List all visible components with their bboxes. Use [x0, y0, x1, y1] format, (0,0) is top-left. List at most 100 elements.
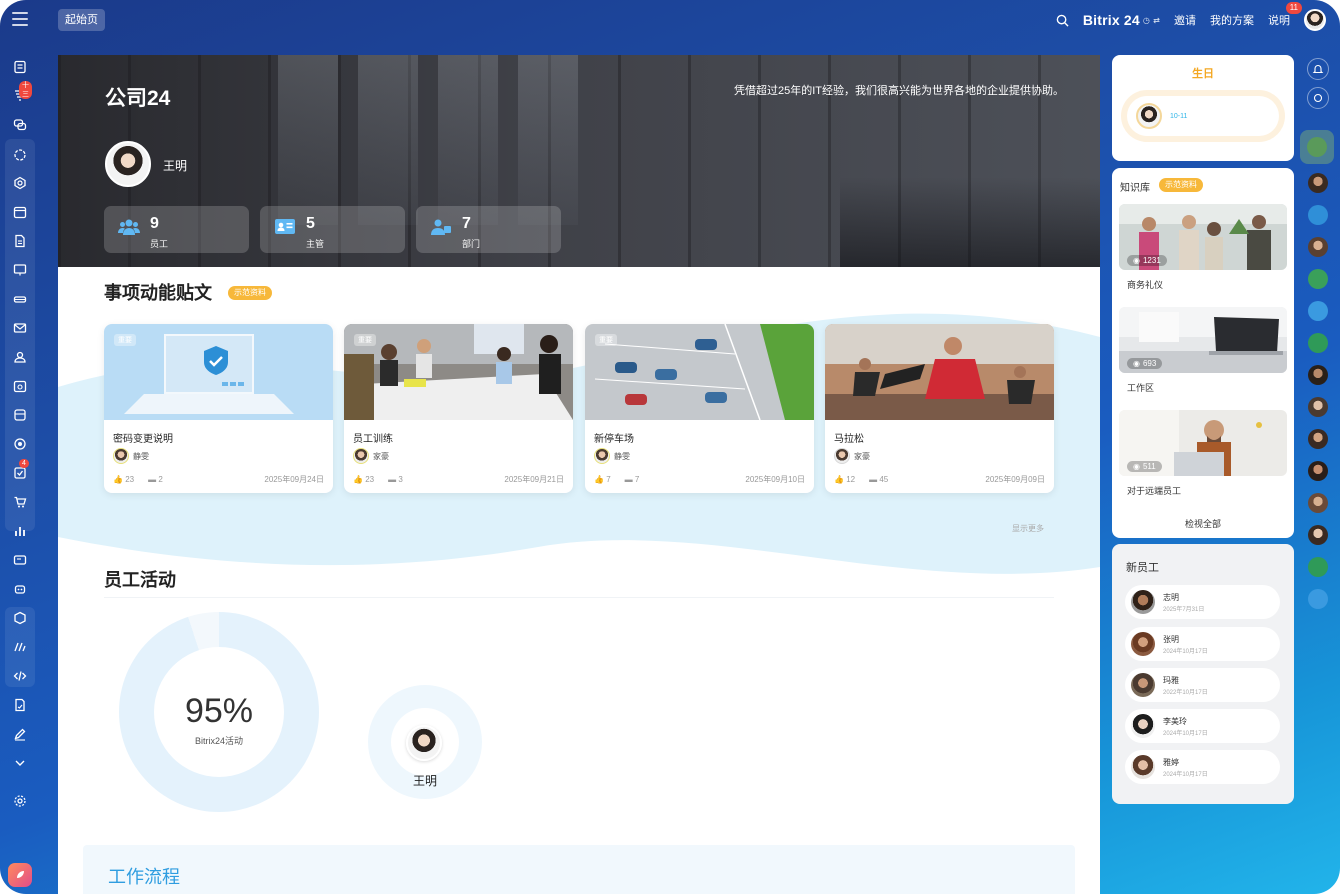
top-user-avatar[interactable]	[406, 725, 442, 761]
new-employee-item[interactable]: 玛雅 2022年10月17日	[1125, 668, 1280, 702]
post-author[interactable]: 静雯	[113, 448, 149, 464]
group-chat-icon[interactable]	[1308, 333, 1328, 353]
channel-icon[interactable]	[1308, 301, 1328, 321]
rocket-icon[interactable]	[8, 863, 32, 887]
crm-icon[interactable]	[11, 406, 29, 424]
knowledge-item[interactable]: ◉ 693	[1119, 307, 1287, 373]
groups-icon[interactable]	[11, 348, 29, 366]
knowledge-item[interactable]: ◉ 511	[1119, 410, 1287, 476]
post-card[interactable]: 重要 密码变更说明 静雯 👍 23 ▬ 2 2025年09月24日	[104, 324, 333, 493]
invite-link[interactable]: 邀请	[1174, 12, 1196, 28]
post-image-marathon	[825, 324, 1054, 420]
hero-user-avatar[interactable]	[105, 141, 151, 187]
chat-avatar[interactable]	[1308, 397, 1328, 417]
top-user-name[interactable]: 王明	[368, 772, 482, 789]
eye-icon: ◉	[1133, 256, 1140, 265]
comment-icon[interactable]: ▬	[869, 475, 877, 484]
my-plan-link[interactable]: 我的方案	[1210, 12, 1254, 28]
stat-departments[interactable]: 7 部门	[416, 206, 561, 253]
new-employees-title: 新员工	[1126, 562, 1159, 574]
user-avatar[interactable]	[1304, 9, 1326, 31]
mail-icon[interactable]	[11, 319, 29, 337]
hero-user-name[interactable]: 王明	[163, 157, 187, 174]
new-employee-item[interactable]: 志明 2025年7月31日	[1125, 585, 1280, 619]
like-icon[interactable]: 👍	[113, 475, 123, 484]
post-date: 2025年09月10日	[745, 475, 805, 484]
chat-search-icon[interactable]	[1307, 87, 1329, 109]
home-tab[interactable]: 起始页	[58, 9, 105, 31]
like-icon[interactable]: 👍	[594, 475, 604, 484]
top-bar: 起始页 Bitrix 24 ◷ ⇄ 邀请 我的方案 说明 11	[0, 0, 1340, 40]
post-card[interactable]: 重要 新停车场 静雯 👍 7 ▬ 7 2025年09月10日	[585, 324, 814, 493]
stat-employees[interactable]: 9 员工	[104, 206, 249, 253]
knowledge-item-label[interactable]: 对于远端员工	[1127, 484, 1181, 497]
employee-date: 2024年10月17日	[1163, 772, 1208, 778]
phone-icon[interactable]	[1308, 205, 1328, 225]
post-card[interactable]: 重要 员工训练 家豪 👍 23 ▬ 3 2025年09月21日	[344, 324, 573, 493]
boards-icon[interactable]	[11, 261, 29, 279]
post-author[interactable]: 家豪	[834, 448, 870, 464]
schedule-icon[interactable]	[11, 377, 29, 395]
settings-icon[interactable]	[11, 792, 29, 810]
more-icon[interactable]	[11, 754, 29, 772]
knowledge-item-label[interactable]: 工作区	[1127, 381, 1154, 394]
docs-icon[interactable]	[11, 232, 29, 250]
new-employee-item[interactable]: 张明 2024年10月17日	[1125, 627, 1280, 661]
workspace-icon[interactable]	[11, 174, 29, 192]
new-employee-item[interactable]: 雅婷 2024年10月17日	[1125, 750, 1280, 784]
channel-icon[interactable]	[1308, 589, 1328, 609]
comment-icon[interactable]: ▬	[388, 475, 396, 484]
post-image-parking	[585, 324, 814, 420]
chat-avatar[interactable]	[1308, 461, 1328, 481]
automation-icon[interactable]	[11, 580, 29, 598]
views-count: 1231	[1142, 256, 1161, 265]
group-chat-icon[interactable]	[1308, 269, 1328, 289]
feed-icon[interactable]: 十三	[11, 81, 32, 104]
marketing-icon[interactable]	[11, 435, 29, 453]
calendar-icon[interactable]	[11, 203, 29, 221]
group-chat-icon[interactable]	[1308, 557, 1328, 577]
help-link[interactable]: 说明 11	[1268, 2, 1302, 28]
comment-icon[interactable]: ▬	[625, 475, 633, 484]
stat-supervisors[interactable]: 5 主管	[260, 206, 405, 253]
sites-icon[interactable]	[11, 638, 29, 656]
copilot-icon[interactable]	[11, 146, 29, 164]
chat-avatar[interactable]	[1308, 237, 1328, 257]
doc-sign-icon[interactable]	[11, 696, 29, 714]
knowledge-view-all[interactable]: 检视全部	[1112, 517, 1294, 530]
birthday-avatar[interactable]	[1136, 103, 1162, 129]
edit-icon[interactable]	[11, 725, 29, 743]
comment-icon[interactable]: ▬	[148, 475, 156, 484]
chat-avatar[interactable]	[1308, 365, 1328, 385]
chat-avatar[interactable]	[1308, 493, 1328, 513]
store-icon[interactable]	[11, 609, 29, 627]
search-icon[interactable]	[1056, 14, 1069, 27]
chat-avatar[interactable]	[1308, 429, 1328, 449]
post-author[interactable]: 家豪	[353, 448, 389, 464]
knowledge-item[interactable]: ◉ 1231	[1119, 204, 1287, 270]
like-icon[interactable]: 👍	[834, 475, 844, 484]
sign-icon[interactable]	[11, 551, 29, 569]
chat-avatar[interactable]	[1308, 173, 1328, 193]
developer-icon[interactable]	[11, 667, 29, 685]
show-more-link[interactable]: 显示更多	[1012, 523, 1044, 534]
new-employee-item[interactable]: 李美玲 2024年10月17日	[1125, 709, 1280, 743]
knowledge-item-label[interactable]: 商务礼仪	[1127, 278, 1163, 291]
chat-avatar[interactable]	[1307, 137, 1327, 157]
bell-icon[interactable]	[1307, 58, 1329, 80]
news-icon[interactable]	[11, 58, 29, 76]
chat-avatar[interactable]	[1308, 525, 1328, 545]
author-name: 家豪	[854, 451, 870, 461]
employee-name: 张明	[1163, 635, 1179, 644]
like-icon[interactable]: 👍	[353, 475, 363, 484]
chat-icon[interactable]	[11, 116, 29, 134]
hero-window-decor	[518, 55, 578, 225]
analytics-icon[interactable]	[11, 522, 29, 540]
shop-icon[interactable]	[11, 493, 29, 511]
brand-logo[interactable]: Bitrix 24 ◷ ⇄	[1083, 12, 1160, 28]
drive-icon[interactable]	[11, 290, 29, 308]
tasks-icon[interactable]: 4	[11, 459, 29, 482]
post-author[interactable]: 静雯	[594, 448, 630, 464]
post-card[interactable]: 马拉松 家豪 👍 12 ▬ 45 2025年09月09日	[825, 324, 1054, 493]
menu-icon[interactable]	[12, 12, 28, 26]
